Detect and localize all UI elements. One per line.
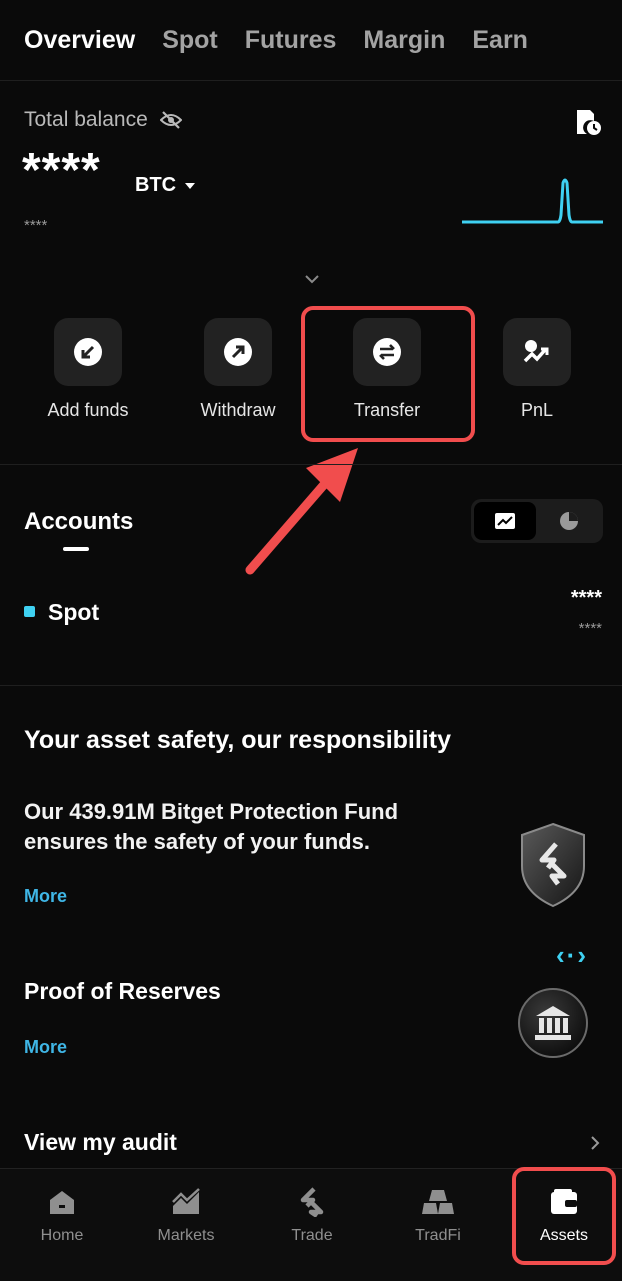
- line-chart-toggle[interactable]: [474, 502, 536, 540]
- nav-home-label: Home: [40, 1227, 84, 1244]
- nav-markets[interactable]: Markets: [124, 1187, 248, 1245]
- bank-icon: [518, 988, 588, 1058]
- eye-hidden-icon[interactable]: [159, 111, 182, 129]
- home-icon: [50, 1191, 74, 1214]
- accounts-title: Accounts: [24, 508, 134, 535]
- withdraw-icon-box: [204, 318, 272, 386]
- withdraw-icon: [224, 338, 252, 366]
- line-chart-icon: [495, 513, 515, 529]
- pie-chart-icon: [560, 512, 578, 530]
- pnl-icon: [523, 340, 549, 363]
- pnl-icon-box: [503, 318, 571, 386]
- nav-tradfi-label: TradFi: [415, 1227, 461, 1244]
- pnl-button[interactable]: PnL: [472, 318, 602, 421]
- view-audit-label: View my audit: [24, 1129, 177, 1155]
- currency-unit: BTC: [135, 174, 177, 196]
- safety-title: Your asset safety, our responsibility: [24, 726, 451, 754]
- expand-chevron-icon[interactable]: [302, 272, 322, 286]
- history-icon[interactable]: [574, 108, 602, 136]
- nav-home[interactable]: Home: [0, 1187, 124, 1245]
- trade-icon: [300, 1187, 324, 1217]
- assets-highlight-box: [512, 1167, 616, 1265]
- safety-body: Our 439.91M Bitget Protection Fund ensur…: [24, 799, 399, 854]
- nav-trade-label: Trade: [291, 1227, 333, 1244]
- markets-icon: [172, 1188, 200, 1214]
- total-balance-label: Total balance: [24, 108, 182, 132]
- tab-margin[interactable]: Margin: [363, 26, 445, 70]
- add-funds-icon-box: [54, 318, 122, 386]
- tab-overview[interactable]: Overview: [24, 26, 135, 70]
- code-brackets-icon: ‹·›: [556, 940, 588, 970]
- add-funds-icon: [74, 338, 102, 366]
- tab-spot[interactable]: Spot: [162, 26, 218, 70]
- transfer-highlight-box: [301, 306, 475, 442]
- proof-of-reserves-title: Proof of Reserves: [24, 978, 221, 1004]
- caret-down-icon: [185, 182, 196, 189]
- nav-trade[interactable]: Trade: [250, 1187, 374, 1245]
- shield-icon: [521, 822, 585, 908]
- withdraw-label: Withdraw: [200, 400, 276, 420]
- pie-chart-toggle[interactable]: [538, 502, 600, 540]
- chart-view-toggle: [471, 499, 603, 543]
- spot-account-value: ****: [570, 587, 602, 609]
- nav-tradfi[interactable]: TradFi: [376, 1187, 500, 1245]
- tab-futures[interactable]: Futures: [245, 26, 337, 70]
- withdraw-button[interactable]: Withdraw: [173, 318, 303, 421]
- divider: [0, 464, 622, 465]
- spot-color-dot: [24, 606, 35, 617]
- currency-selector[interactable]: BTC: [135, 174, 196, 197]
- divider: [0, 685, 622, 686]
- divider: [0, 80, 622, 81]
- accounts-underline: [63, 547, 89, 551]
- tab-earn[interactable]: Earn: [472, 26, 528, 70]
- annotation-arrow: [245, 448, 358, 575]
- top-tabs: Overview Spot Futures Margin Earn: [24, 26, 622, 70]
- proof-more-link[interactable]: More: [24, 1037, 67, 1058]
- total-balance-text: Total balance: [24, 108, 148, 131]
- spot-account-label: Spot: [48, 599, 100, 625]
- tradfi-icon: [422, 1190, 454, 1214]
- balance-value: ****: [22, 144, 101, 197]
- balance-sparkline: [462, 178, 603, 224]
- balance-sub-value: ****: [24, 217, 48, 234]
- pnl-label: PnL: [520, 400, 554, 420]
- chevron-right-icon: [591, 1136, 600, 1150]
- add-funds-label: Add funds: [47, 400, 129, 420]
- add-funds-button[interactable]: Add funds: [23, 318, 153, 421]
- nav-markets-label: Markets: [157, 1227, 215, 1244]
- safety-more-link[interactable]: More: [24, 886, 67, 907]
- spot-account-sub-value: ****: [578, 620, 602, 637]
